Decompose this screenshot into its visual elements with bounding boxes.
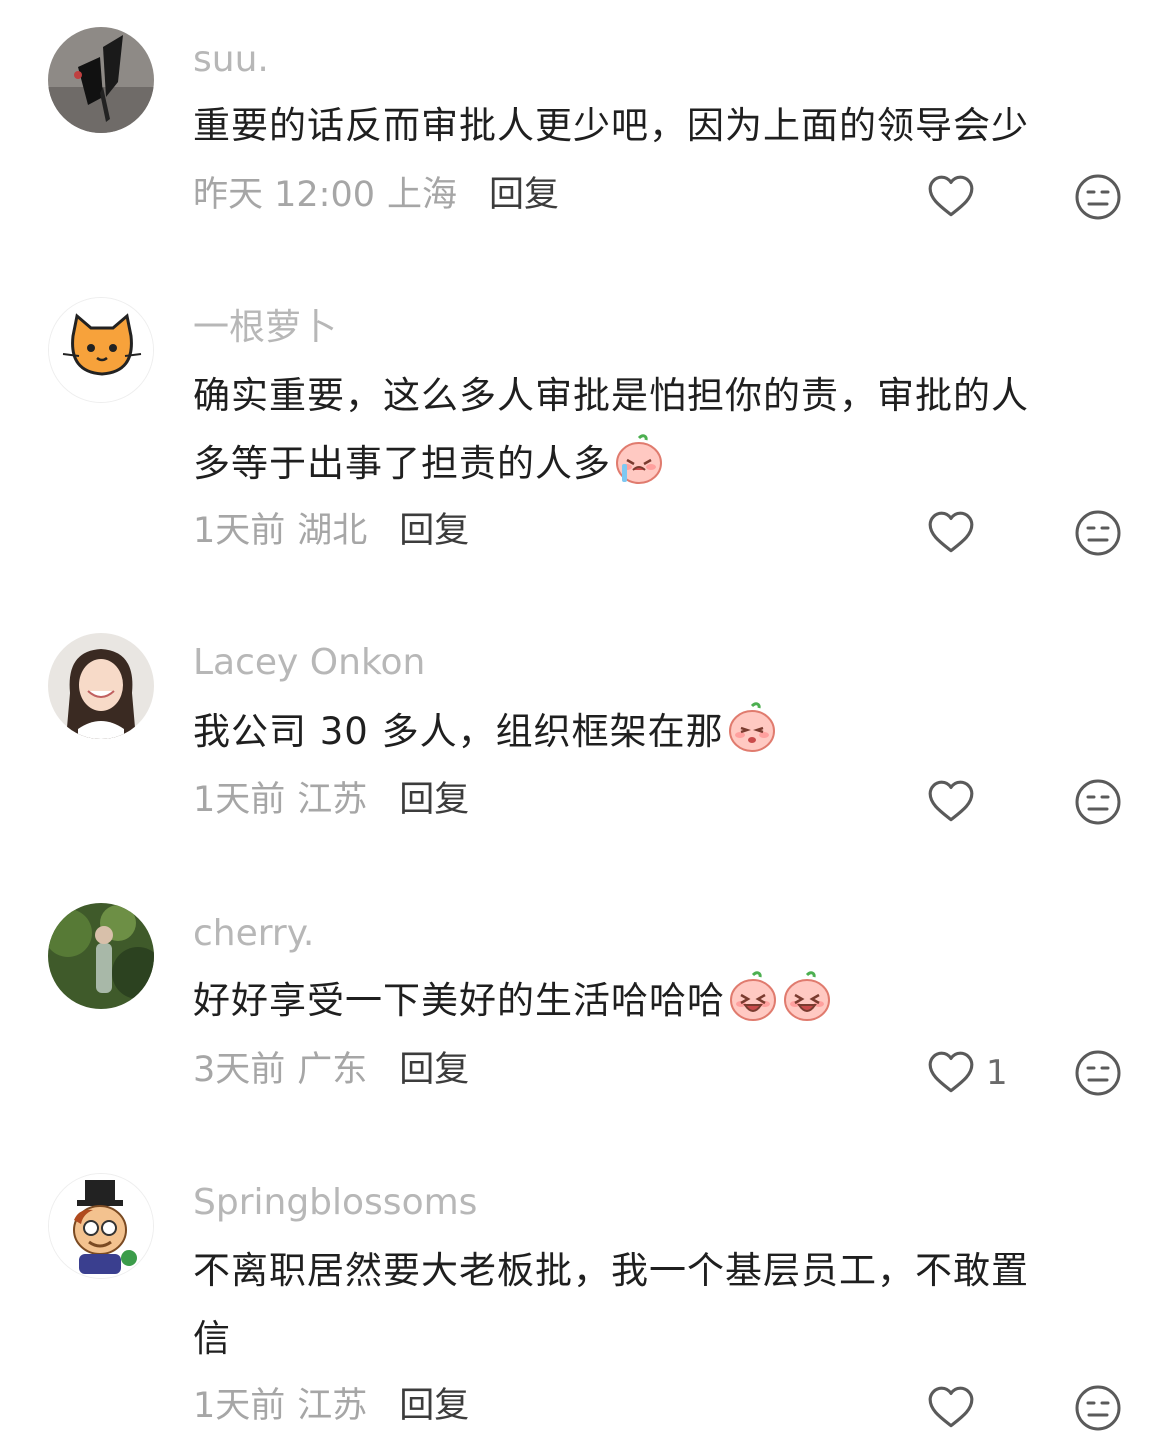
comment-text: 确实重要，这么多人审批是怕担你的责，审批的人 多等于出事了担责的人多	[193, 362, 1123, 498]
comment-location: 上海	[387, 175, 458, 215]
comment-text: 好好享受一下美好的生活哈哈哈	[193, 967, 1123, 1035]
comment-location: 广东	[297, 1050, 368, 1090]
smiling-girl-photo-avatar	[48, 633, 154, 739]
shy-face-emoji	[726, 702, 778, 754]
heart-icon	[926, 1383, 976, 1433]
comment-line: 信	[193, 1317, 231, 1360]
reply-button[interactable]: 回复	[399, 1050, 469, 1090]
crying-face-emoji	[613, 434, 665, 486]
comment-line-text: 我公司 30 多人，组织框架在那	[193, 710, 724, 753]
comment-line: 多等于出事了担责的人多	[193, 430, 1123, 498]
comment-line: 我公司 30 多人，组织框架在那	[193, 698, 1123, 766]
cartoon-magician-avatar	[49, 1174, 153, 1278]
dislike-face-icon[interactable]	[1074, 509, 1122, 557]
comment-time: 3天前	[193, 1050, 286, 1090]
username[interactable]: Lacey Onkon	[193, 641, 425, 685]
reply-button[interactable]: 回复	[489, 175, 559, 215]
reply-button[interactable]: 回复	[399, 1386, 469, 1426]
comment-line: 确实重要，这么多人审批是怕担你的责，审批的人	[193, 374, 1029, 417]
comment-text: 我公司 30 多人，组织框架在那	[193, 698, 1123, 766]
like-count: 1	[986, 1053, 1008, 1093]
black-butterfly-photo-avatar	[48, 27, 154, 133]
like-button[interactable]	[926, 1383, 986, 1433]
like-button[interactable]	[926, 172, 986, 222]
comment-line: 不离职居然要大老板批，我一个基层员工，不敢置	[193, 1249, 1029, 1292]
user-avatar[interactable]	[48, 633, 154, 739]
user-avatar[interactable]	[48, 903, 154, 1009]
comment-line: 重要的话反而审批人更少吧，因为上面的领导会少	[193, 104, 1029, 147]
comment-location: 江苏	[297, 780, 368, 820]
forest-photo-avatar	[48, 903, 154, 1009]
comment-line-text: 多等于出事了担责的人多	[193, 442, 611, 485]
comment-meta: 1天前 江苏 回复	[193, 1382, 469, 1430]
username[interactable]: 一根萝卜	[193, 306, 337, 350]
comment-location: 江苏	[297, 1386, 368, 1426]
comment-meta: 1天前 湖北 回复	[193, 507, 469, 555]
dislike-face-icon[interactable]	[1074, 1384, 1122, 1432]
user-avatar[interactable]	[48, 297, 154, 403]
heart-icon	[926, 508, 976, 558]
like-button[interactable]	[926, 777, 986, 827]
comment-time: 1天前	[193, 1386, 286, 1426]
orange-cat-avatar	[49, 298, 153, 402]
heart-icon	[926, 777, 976, 827]
comment-line-text: 好好享受一下美好的生活哈哈哈	[193, 979, 725, 1022]
comment-text: 不离职居然要大老板批，我一个基层员工，不敢置 信	[193, 1237, 1123, 1373]
dislike-face-icon[interactable]	[1074, 1049, 1122, 1097]
laughing-face-emoji	[781, 971, 833, 1023]
comment-text: 重要的话反而审批人更少吧，因为上面的领导会少	[193, 92, 1123, 160]
dislike-face-icon[interactable]	[1074, 173, 1122, 221]
reply-button[interactable]: 回复	[399, 780, 469, 820]
username[interactable]: Springblossoms	[193, 1181, 477, 1225]
comment-meta: 3天前 广东 回复	[193, 1046, 469, 1094]
heart-icon	[926, 1048, 976, 1098]
like-button[interactable]: 1	[926, 1048, 1008, 1098]
comment-line: 好好享受一下美好的生活哈哈哈	[193, 967, 1123, 1035]
comment-time: 昨天 12:00	[193, 175, 375, 215]
username[interactable]: cherry.	[193, 912, 314, 956]
comment-meta: 昨天 12:00 上海 回复	[193, 171, 559, 219]
user-avatar[interactable]	[48, 27, 154, 133]
comment-time: 1天前	[193, 511, 286, 551]
comment-time: 1天前	[193, 780, 286, 820]
heart-icon	[926, 172, 976, 222]
comment-meta: 1天前 江苏 回复	[193, 776, 469, 824]
like-button[interactable]	[926, 508, 986, 558]
username[interactable]: suu.	[193, 38, 269, 82]
reply-button[interactable]: 回复	[399, 511, 469, 551]
dislike-face-icon[interactable]	[1074, 778, 1122, 826]
laughing-face-emoji	[727, 971, 779, 1023]
comment-location: 湖北	[297, 511, 368, 551]
user-avatar[interactable]	[48, 1173, 154, 1279]
